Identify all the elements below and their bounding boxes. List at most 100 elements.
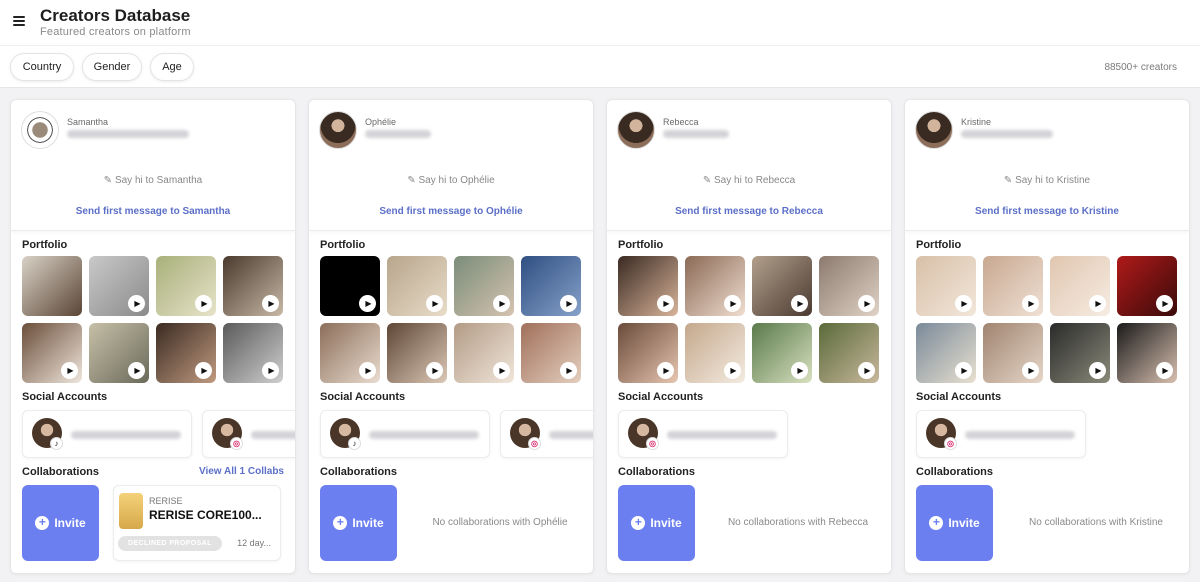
creator-card[interactable]: Kristine ✎ Say hi to Kristine Send first m… bbox=[904, 99, 1190, 574]
portfolio-video-thumbnail[interactable]: ▶ bbox=[521, 256, 581, 316]
portfolio-video-thumbnail[interactable]: ▶ bbox=[89, 323, 149, 383]
portfolio-video-thumbnail[interactable]: ▶ bbox=[521, 323, 581, 383]
portfolio-video-thumbnail[interactable]: ▶ bbox=[223, 323, 283, 383]
portfolio-video-thumbnail[interactable]: ▶ bbox=[156, 256, 216, 316]
play-icon[interactable]: ▶ bbox=[724, 362, 741, 379]
play-icon[interactable]: ▶ bbox=[724, 295, 741, 312]
filter-gender-button[interactable]: Gender bbox=[82, 53, 142, 81]
send-first-message-link[interactable]: Send first message to Ophélie bbox=[309, 206, 593, 217]
social-account-instagram[interactable]: ◎ bbox=[618, 410, 788, 458]
play-icon[interactable]: ▶ bbox=[195, 295, 212, 312]
portfolio-video-thumbnail[interactable]: ▶ bbox=[983, 256, 1043, 316]
portfolio-video-thumbnail[interactable]: ▶ bbox=[916, 256, 976, 316]
say-hi-prompt[interactable]: ✎ Say hi to Rebecca bbox=[607, 175, 891, 186]
creator-card[interactable]: Samantha ✎ Say hi to Samantha Send first m… bbox=[10, 99, 296, 574]
view-all-collabs-link[interactable]: View All 1 Collabs bbox=[199, 466, 284, 477]
say-hi-prompt[interactable]: ✎ Say hi to Samantha bbox=[11, 175, 295, 186]
portfolio-video-thumbnail[interactable]: ▶ bbox=[387, 256, 447, 316]
portfolio-video-thumbnail[interactable]: ▶ bbox=[752, 256, 812, 316]
play-icon[interactable]: ▶ bbox=[426, 362, 443, 379]
portfolio-video-thumbnail[interactable]: ▶ bbox=[223, 256, 283, 316]
say-hi-prompt[interactable]: ✎ Say hi to Ophélie bbox=[309, 175, 593, 186]
play-icon[interactable]: ▶ bbox=[1022, 362, 1039, 379]
portfolio-video-thumbnail[interactable]: ▶ bbox=[387, 323, 447, 383]
invite-button[interactable]: + Invite bbox=[320, 485, 397, 561]
portfolio-video-thumbnail[interactable]: ▶ bbox=[752, 323, 812, 383]
collaboration-card[interactable]: RERISE RERISE CORE100... DECLINED PROPOSAL… bbox=[113, 485, 281, 561]
portfolio-video-thumbnail[interactable]: ▶ bbox=[454, 256, 514, 316]
invite-button[interactable]: + Invite bbox=[618, 485, 695, 561]
play-icon[interactable]: ▶ bbox=[61, 362, 78, 379]
social-account-instagram[interactable]: ◎ bbox=[500, 410, 593, 458]
filter-age-button[interactable]: Age bbox=[150, 53, 194, 81]
send-first-message-link[interactable]: Send first message to Samantha bbox=[11, 206, 295, 217]
creator-card[interactable]: Ophélie ✎ Say hi to Ophélie Send first mes… bbox=[308, 99, 594, 574]
portfolio-video-thumbnail[interactable]: ▶ bbox=[1117, 323, 1177, 383]
portfolio-video-thumbnail[interactable]: ▶ bbox=[819, 323, 879, 383]
say-hi-prompt[interactable]: ✎ Say hi to Kristine bbox=[905, 175, 1189, 186]
portfolio-video-thumbnail[interactable]: ▶ bbox=[1117, 256, 1177, 316]
creator-card-header: Ophélie ✎ Say hi to Ophélie Send first mes… bbox=[309, 100, 593, 231]
play-icon[interactable]: ▶ bbox=[493, 295, 510, 312]
play-icon[interactable]: ▶ bbox=[955, 295, 972, 312]
play-icon[interactable]: ▶ bbox=[1022, 295, 1039, 312]
portfolio-video-thumbnail[interactable]: ▶ bbox=[89, 256, 149, 316]
play-icon[interactable]: ▶ bbox=[195, 362, 212, 379]
play-icon[interactable]: ▶ bbox=[657, 295, 674, 312]
filter-bar: Country Gender Age 88500+ creators bbox=[0, 46, 1200, 88]
play-icon[interactable]: ▶ bbox=[1089, 295, 1106, 312]
portfolio-video-thumbnail[interactable]: ▶ bbox=[1050, 323, 1110, 383]
portfolio-video-thumbnail[interactable]: ▶ bbox=[685, 323, 745, 383]
portfolio-video-thumbnail[interactable]: ▶ bbox=[320, 256, 380, 316]
social-account-tiktok[interactable]: ♪ bbox=[320, 410, 490, 458]
play-icon[interactable]: ▶ bbox=[1156, 295, 1173, 312]
portfolio-video-thumbnail[interactable]: ▶ bbox=[685, 256, 745, 316]
play-icon[interactable]: ▶ bbox=[791, 295, 808, 312]
play-icon[interactable]: ▶ bbox=[1089, 362, 1106, 379]
avatar[interactable] bbox=[915, 111, 953, 149]
play-icon[interactable]: ▶ bbox=[426, 295, 443, 312]
portfolio-video-thumbnail[interactable] bbox=[22, 256, 82, 316]
portfolio-video-thumbnail[interactable]: ▶ bbox=[454, 323, 514, 383]
play-icon[interactable]: ▶ bbox=[128, 362, 145, 379]
portfolio-video-thumbnail[interactable]: ▶ bbox=[156, 323, 216, 383]
play-icon[interactable]: ▶ bbox=[359, 295, 376, 312]
play-icon[interactable]: ▶ bbox=[262, 362, 279, 379]
hamburger-menu-icon[interactable] bbox=[13, 16, 25, 26]
play-icon[interactable]: ▶ bbox=[128, 295, 145, 312]
avatar[interactable] bbox=[617, 111, 655, 149]
invite-button[interactable]: + Invite bbox=[916, 485, 993, 561]
portfolio-video-thumbnail[interactable]: ▶ bbox=[320, 323, 380, 383]
portfolio-video-thumbnail[interactable]: ▶ bbox=[618, 323, 678, 383]
play-icon[interactable]: ▶ bbox=[262, 295, 279, 312]
portfolio-video-thumbnail[interactable]: ▶ bbox=[1050, 256, 1110, 316]
play-icon[interactable]: ▶ bbox=[858, 362, 875, 379]
portfolio-video-thumbnail[interactable]: ▶ bbox=[819, 256, 879, 316]
play-icon[interactable]: ▶ bbox=[955, 362, 972, 379]
play-icon[interactable]: ▶ bbox=[493, 362, 510, 379]
portfolio-heading: Portfolio bbox=[618, 239, 664, 251]
play-icon[interactable]: ▶ bbox=[858, 295, 875, 312]
invite-label: Invite bbox=[948, 516, 980, 530]
play-icon[interactable]: ▶ bbox=[657, 362, 674, 379]
social-account-instagram[interactable]: ◎ bbox=[202, 410, 295, 458]
play-icon[interactable]: ▶ bbox=[560, 295, 577, 312]
creator-card[interactable]: Rebecca ✎ Say hi to Rebecca Send first mes… bbox=[606, 99, 892, 574]
send-first-message-link[interactable]: Send first message to Kristine bbox=[905, 206, 1189, 217]
invite-label: Invite bbox=[352, 516, 384, 530]
portfolio-video-thumbnail[interactable]: ▶ bbox=[22, 323, 82, 383]
invite-button[interactable]: + Invite bbox=[22, 485, 99, 561]
send-first-message-link[interactable]: Send first message to Rebecca bbox=[607, 206, 891, 217]
portfolio-video-thumbnail[interactable]: ▶ bbox=[618, 256, 678, 316]
avatar[interactable] bbox=[21, 111, 59, 149]
play-icon[interactable]: ▶ bbox=[560, 362, 577, 379]
social-account-instagram[interactable]: ◎ bbox=[916, 410, 1086, 458]
play-icon[interactable]: ▶ bbox=[1156, 362, 1173, 379]
portfolio-video-thumbnail[interactable]: ▶ bbox=[916, 323, 976, 383]
play-icon[interactable]: ▶ bbox=[791, 362, 808, 379]
portfolio-video-thumbnail[interactable]: ▶ bbox=[983, 323, 1043, 383]
play-icon[interactable]: ▶ bbox=[359, 362, 376, 379]
avatar[interactable] bbox=[319, 111, 357, 149]
social-account-tiktok[interactable]: ♪ bbox=[22, 410, 192, 458]
filter-country-button[interactable]: Country bbox=[10, 53, 74, 81]
